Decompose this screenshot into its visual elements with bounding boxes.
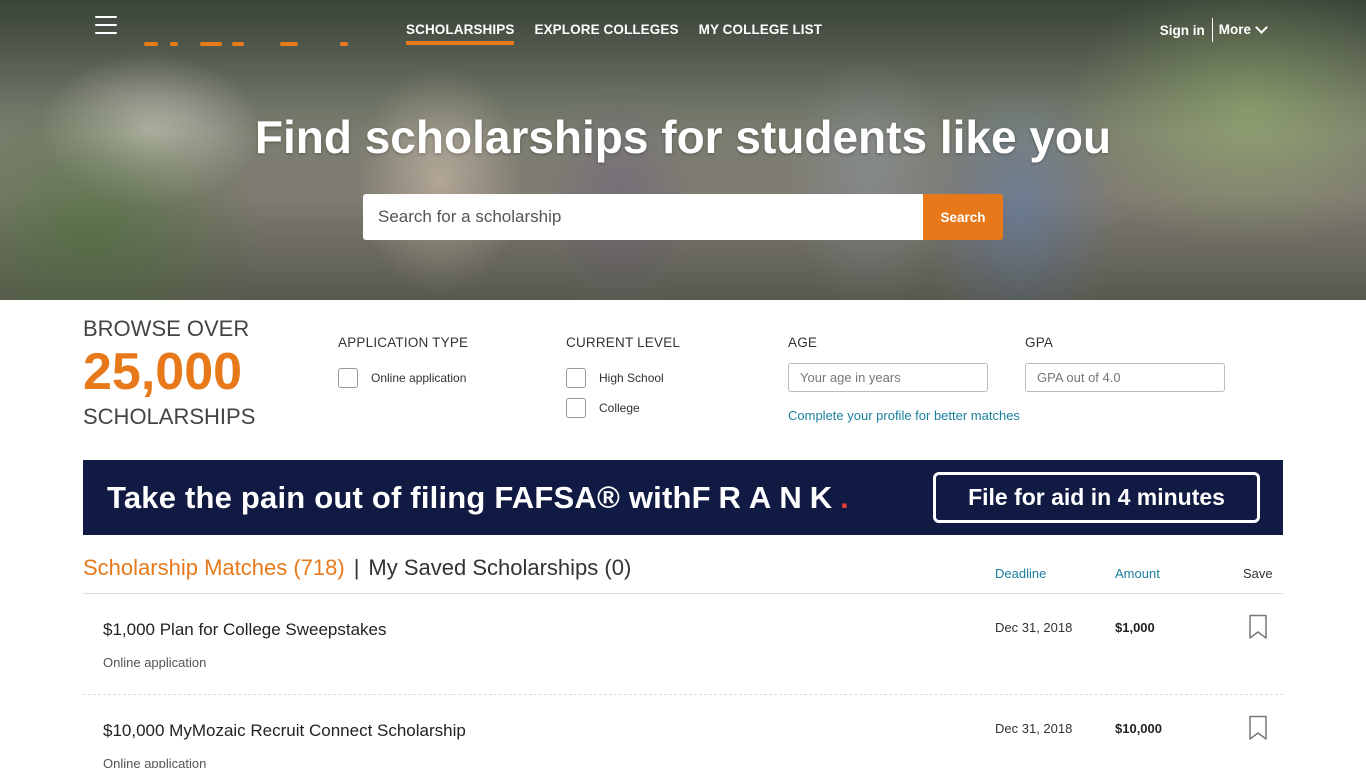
scholarship-row: $10,000 MyMozaic Recruit Connect Scholar… <box>83 695 1283 768</box>
more-label: More <box>1218 22 1251 37</box>
search-button[interactable]: Search <box>923 194 1003 240</box>
scholarship-amount: $10,000 <box>1115 721 1162 736</box>
filter-label: AGE <box>788 335 818 350</box>
scholarship-title[interactable]: $1,000 Plan for College Sweepstakes <box>103 620 387 640</box>
checkbox[interactable] <box>566 368 586 388</box>
tab-scholarship-matches[interactable]: Scholarship Matches (718) <box>83 555 345 581</box>
tab-separator: | <box>353 555 360 580</box>
scholarship-title[interactable]: $10,000 MyMozaic Recruit Connect Scholar… <box>103 721 466 741</box>
sort-deadline[interactable]: Deadline <box>995 566 1046 581</box>
results-tabs: Scholarship Matches (718) | My Saved Sch… <box>83 555 631 581</box>
fafsa-ad-banner[interactable]: Take the pain out of filing FAFSA® withF… <box>83 460 1283 535</box>
hero-banner: SCHOLARSHIPS EXPLORE COLLEGES MY COLLEGE… <box>0 0 1366 300</box>
filter-age: AGE <box>788 335 988 392</box>
checkbox-college[interactable]: College <box>566 393 680 423</box>
bookmark-icon[interactable] <box>1248 715 1268 741</box>
gpa-input[interactable] <box>1025 363 1225 392</box>
banner-brand-dot: . <box>840 480 849 515</box>
banner-brand: FRANK <box>691 480 841 515</box>
sort-amount[interactable]: Amount <box>1115 566 1160 581</box>
checkbox[interactable] <box>566 398 586 418</box>
complete-profile-link[interactable]: Complete your profile for better matches <box>788 408 1020 423</box>
search-input[interactable] <box>363 194 923 240</box>
checkbox-label: College <box>599 401 640 415</box>
chevron-down-icon <box>1255 21 1268 34</box>
checkbox-high-school[interactable]: High School <box>566 363 680 393</box>
scholarship-count: 25,000 <box>83 343 243 401</box>
file-for-aid-button[interactable]: File for aid in 4 minutes <box>933 472 1260 523</box>
browse-pre: BROWSE OVER <box>83 316 250 341</box>
filter-application-type: APPLICATION TYPE Online application <box>338 335 468 393</box>
nav-scholarships[interactable]: SCHOLARSHIPS <box>406 22 515 45</box>
scholarship-type: Online application <box>103 655 207 670</box>
bookmark-icon[interactable] <box>1248 614 1268 640</box>
save-column-header: Save <box>1243 566 1273 581</box>
filter-label: APPLICATION TYPE <box>338 335 469 350</box>
browse-post: SCHOLARSHIPS <box>83 404 256 429</box>
filter-label: CURRENT LEVEL <box>566 335 681 350</box>
banner-prefix: Take the pain out of filing FAFSA® with <box>107 480 692 515</box>
checkbox-online-application[interactable]: Online application <box>338 363 468 393</box>
sign-in-link[interactable]: Sign in <box>1160 18 1213 42</box>
scholarship-row: $1,000 Plan for College Sweepstakes Onli… <box>83 594 1283 695</box>
more-menu-button[interactable]: More <box>1213 17 1268 43</box>
scholarship-type: Online application <box>103 756 207 768</box>
checkbox-label: Online application <box>371 371 467 385</box>
checkbox[interactable] <box>338 368 358 388</box>
browse-count: BROWSE OVER 25,000 SCHOLARSHIPS <box>83 316 255 430</box>
nav-my-college-list[interactable]: MY COLLEGE LIST <box>699 22 823 45</box>
scholarship-deadline: Dec 31, 2018 <box>995 721 1073 736</box>
filter-gpa: GPA <box>1025 335 1225 392</box>
filter-current-level: CURRENT LEVEL High School College <box>566 335 680 423</box>
scholarship-search: Search <box>363 194 1003 240</box>
hamburger-menu-icon[interactable] <box>95 16 117 36</box>
scholarship-deadline: Dec 31, 2018 <box>995 620 1073 635</box>
account-nav: Sign in More <box>1160 17 1268 43</box>
filter-label: GPA <box>1025 335 1054 350</box>
tab-saved-scholarships[interactable]: My Saved Scholarships (0) <box>368 555 631 581</box>
age-input[interactable] <box>788 363 988 392</box>
main-nav: SCHOLARSHIPS EXPLORE COLLEGES MY COLLEGE… <box>406 22 822 45</box>
banner-text: Take the pain out of filing FAFSA® withF… <box>107 480 849 516</box>
hero-title: Find scholarships for students like you <box>254 111 1112 163</box>
site-logo[interactable] <box>140 40 355 48</box>
nav-explore-colleges[interactable]: EXPLORE COLLEGES <box>534 22 678 45</box>
checkbox-label: High School <box>599 371 664 385</box>
scholarship-amount: $1,000 <box>1115 620 1155 635</box>
